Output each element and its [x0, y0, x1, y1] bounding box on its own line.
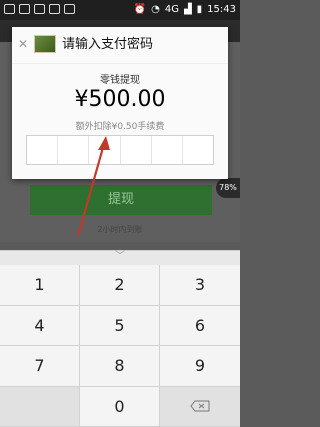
close-icon[interactable]: ✕ [18, 38, 30, 50]
payment-password-dialog: ✕ 请输入支付密码 零钱提现 ¥500.00 额外扣除¥0.50手续费 [12, 27, 228, 179]
key-8[interactable]: 8 [80, 346, 160, 387]
key-delete[interactable] [160, 387, 240, 427]
password-digit-cell [58, 136, 89, 164]
password-digit-cell [27, 136, 58, 164]
keypad-grid: 1 2 3 4 5 6 7 8 9 0 [0, 265, 240, 427]
key-4[interactable]: 4 [0, 306, 80, 347]
app-thumbnail [34, 35, 56, 53]
floating-badge[interactable]: 78% [216, 178, 240, 198]
password-digit-cell [121, 136, 152, 164]
password-digit-cell [183, 136, 213, 164]
key-blank [0, 387, 80, 427]
notification-icon [64, 4, 75, 14]
dialog-subtitle: 零钱提现 [12, 71, 228, 86]
clock: 15:43 [207, 4, 236, 15]
key-7[interactable]: 7 [0, 346, 80, 387]
key-3[interactable]: 3 [160, 265, 240, 306]
notification-icon [34, 4, 45, 14]
fee-note: 额外扣除¥0.50手续费 [12, 119, 228, 132]
password-digit-cell [89, 136, 120, 164]
key-5[interactable]: 5 [80, 306, 160, 347]
key-2[interactable]: 2 [80, 265, 160, 306]
amount: ¥500.00 [12, 87, 228, 112]
wifi-icon: ◔ [151, 4, 160, 15]
key-9[interactable]: 9 [160, 346, 240, 387]
key-6[interactable]: 6 [160, 306, 240, 347]
withdraw-button[interactable]: 提现 [30, 185, 212, 215]
arrival-note: 2小时内到账 [0, 224, 240, 235]
battery-icon: ▮ [197, 4, 203, 15]
numeric-keypad: ﹀ 1 2 3 4 5 6 7 8 9 0 [0, 250, 240, 427]
status-bar: ⏰ ◔ 4G ▟ ▮ 15:43 [0, 0, 240, 20]
key-1[interactable]: 1 [0, 265, 80, 306]
signal-icon: ▟ [184, 4, 192, 15]
password-input[interactable] [26, 135, 214, 165]
dialog-title: 请输入支付密码 [62, 35, 153, 55]
alarm-icon: ⏰ [134, 4, 146, 15]
key-0[interactable]: 0 [80, 387, 160, 427]
chevron-down-icon[interactable]: ﹀ [110, 251, 130, 263]
password-digit-cell [152, 136, 183, 164]
notification-icon [19, 4, 30, 14]
dialog-header: ✕ 请输入支付密码 [12, 27, 228, 64]
network-label: 4G [165, 4, 179, 15]
notification-icon [49, 4, 60, 14]
notification-icon [4, 4, 15, 14]
backspace-icon [190, 400, 210, 412]
